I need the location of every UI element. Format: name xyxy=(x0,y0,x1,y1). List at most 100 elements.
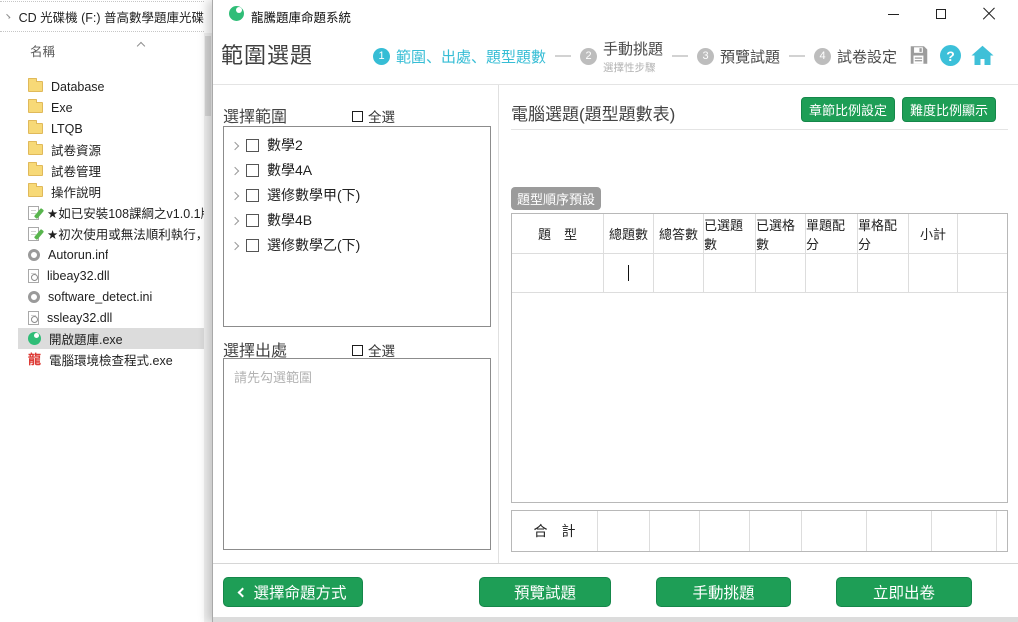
scrollbar-thumb[interactable] xyxy=(205,36,211,116)
file-row[interactable]: LTQB xyxy=(18,118,204,139)
file-row[interactable]: libeay32.dll xyxy=(18,265,204,286)
table-cell[interactable] xyxy=(512,254,604,292)
column-header: 單題配分 xyxy=(806,214,858,253)
close-icon xyxy=(982,7,996,21)
checkbox[interactable] xyxy=(246,239,259,252)
file-row[interactable]: 操作說明 xyxy=(18,181,204,202)
tree-item-label[interactable]: 數學4B xyxy=(267,210,312,230)
file-name: ★初次使用或無法順利執行，請 xyxy=(47,224,204,243)
folder-icon xyxy=(28,186,43,197)
dll-file-icon xyxy=(28,311,39,325)
file-row[interactable]: ★初次使用或無法順利執行，請 xyxy=(18,223,204,244)
save-button[interactable] xyxy=(907,43,931,67)
sort-ascending-icon xyxy=(137,42,145,50)
generate-paper-button[interactable]: 立即出卷 xyxy=(836,577,972,607)
file-row[interactable]: ssleay32.dll xyxy=(18,307,204,328)
step-1-number: 1 xyxy=(373,48,390,65)
drive-label: CD 光碟機 (F:) 普高數學題庫光碟 xyxy=(19,7,204,26)
back-button-label: 選擇命題方式 xyxy=(253,581,346,603)
step-2[interactable]: 2 手動挑題 選擇性步驟 xyxy=(580,38,663,75)
back-to-method-button[interactable]: 選擇命題方式 xyxy=(223,577,363,607)
question-type-table: 題 型 總題數 總答數 已選題數 已選格數 單題配分 單格配分 小計 xyxy=(511,213,1008,503)
explorer-scrollbar[interactable] xyxy=(204,33,212,622)
name-column-label: 名稱 xyxy=(30,45,55,59)
home-button[interactable] xyxy=(969,42,995,68)
file-name: 電腦環境檢查程式.exe xyxy=(49,350,173,369)
file-row[interactable]: 試卷資源 xyxy=(18,139,204,160)
app-logo-icon xyxy=(229,6,244,21)
expand-chevron-icon[interactable] xyxy=(231,216,239,224)
divider xyxy=(0,1,204,2)
expand-chevron-icon[interactable] xyxy=(231,241,239,249)
table-cell[interactable] xyxy=(654,254,704,292)
manual-pick-button[interactable]: 手動挑題 xyxy=(656,577,791,607)
checkbox[interactable] xyxy=(246,214,259,227)
step-4[interactable]: 4 試卷設定 xyxy=(814,46,897,67)
checkbox[interactable] xyxy=(246,164,259,177)
file-row[interactable]: Autorun.inf xyxy=(18,244,204,265)
table-cell[interactable] xyxy=(756,254,806,292)
question-mark-icon: ? xyxy=(946,48,955,64)
expand-chevron-icon[interactable] xyxy=(231,141,239,149)
app-window: 龍騰題庫命題系統 範圍選題 1 範圍、出處、題型題數 2 手動挑題 選擇性步驟 … xyxy=(212,0,1018,622)
total-row: 合 計 xyxy=(511,510,1008,552)
dll-file-icon xyxy=(28,269,39,283)
expand-chevron-icon[interactable] xyxy=(231,166,239,174)
total-cell xyxy=(802,511,867,551)
chapter-ratio-button[interactable]: 章節比例設定 xyxy=(801,97,895,122)
file-row[interactable]: ★如已安裝108課綱之v1.0.1版題 xyxy=(18,202,204,223)
tree-item[interactable]: 選修數學乙(下) xyxy=(232,235,360,255)
tree-item[interactable]: 數學2 xyxy=(232,135,303,155)
file-row[interactable]: Exe xyxy=(18,97,204,118)
file-row[interactable]: 試卷管理 xyxy=(18,160,204,181)
drive-tree-item[interactable]: CD 光碟機 (F:) 普高數學題庫光碟 xyxy=(0,4,204,28)
file-row-selected[interactable]: 開啟題庫.exe xyxy=(18,328,204,349)
file-row[interactable]: 龍 電腦環境檢查程式.exe xyxy=(18,349,204,370)
window-bottom-edge xyxy=(213,617,1018,622)
name-column-header[interactable]: 名稱 xyxy=(30,41,190,59)
tree-item[interactable]: 數學4A xyxy=(232,160,312,180)
table-cell[interactable] xyxy=(806,254,858,292)
range-select-all[interactable]: 全選 xyxy=(352,106,395,126)
tree-item[interactable]: 選修數學甲(下) xyxy=(232,185,360,205)
tree-item-label[interactable]: 選修數學甲(下) xyxy=(267,185,360,205)
tree-item-label[interactable]: 數學2 xyxy=(267,135,303,155)
checkbox[interactable] xyxy=(246,189,259,202)
preview-questions-button[interactable]: 預覽試題 xyxy=(479,577,611,607)
file-row[interactable]: software_detect.ini xyxy=(18,286,204,307)
close-button[interactable] xyxy=(971,0,1007,28)
step-separator xyxy=(672,55,688,57)
section-divider xyxy=(511,129,1008,130)
table-cell[interactable] xyxy=(858,254,909,292)
step-1[interactable]: 1 範圍、出處、題型題數 xyxy=(373,46,546,67)
gear-icon xyxy=(28,291,40,303)
total-cell xyxy=(867,511,932,551)
table-cell[interactable] xyxy=(958,254,1007,292)
expand-chevron-icon[interactable] xyxy=(231,191,239,199)
maximize-button[interactable] xyxy=(923,0,959,28)
file-name: 試卷資源 xyxy=(51,140,101,159)
table-cell[interactable] xyxy=(704,254,756,292)
column-header: 已選格數 xyxy=(756,214,806,253)
table-cell-active-input[interactable] xyxy=(604,254,654,292)
checkbox[interactable] xyxy=(352,345,363,356)
tree-item[interactable]: 數學4B xyxy=(232,210,312,230)
step-3[interactable]: 3 預覽試題 xyxy=(697,46,780,67)
expand-chevron-icon[interactable] xyxy=(5,14,10,19)
checkbox[interactable] xyxy=(352,111,363,122)
tree-item-label[interactable]: 數學4A xyxy=(267,160,312,180)
file-name: Autorun.inf xyxy=(48,248,108,262)
computer-panel-title: 電腦選題(題型題數表) xyxy=(511,100,675,125)
help-button[interactable]: ? xyxy=(940,45,961,66)
source-select-all[interactable]: 全選 xyxy=(352,340,395,360)
floppy-disk-icon xyxy=(908,44,930,66)
type-order-badge[interactable]: 題型順序預設 xyxy=(511,187,601,210)
minimize-button[interactable] xyxy=(875,0,911,28)
table-cell[interactable] xyxy=(909,254,958,292)
difficulty-ratio-button[interactable]: 難度比例顯示 xyxy=(902,97,996,122)
file-row[interactable]: Database xyxy=(18,76,204,97)
file-name: ssleay32.dll xyxy=(47,311,112,325)
tree-item-label[interactable]: 選修數學乙(下) xyxy=(267,235,360,255)
window-titlebar[interactable]: 龍騰題庫命題系統 xyxy=(213,0,1018,28)
checkbox[interactable] xyxy=(246,139,259,152)
